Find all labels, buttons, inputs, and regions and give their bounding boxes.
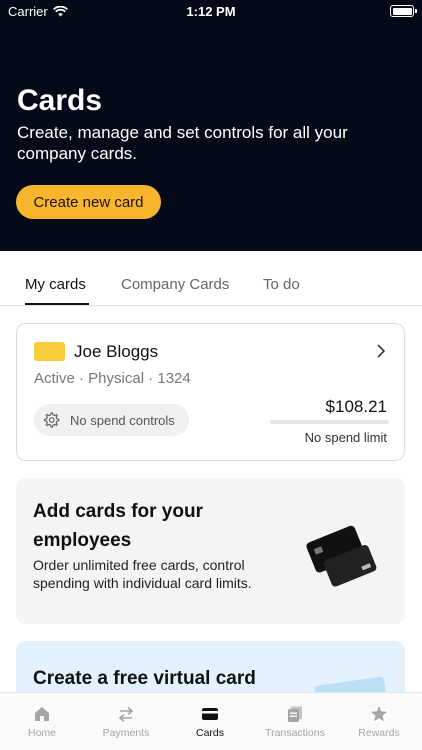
header-hero: Carrier 1:12 PM Cards Create, manage and… xyxy=(0,0,422,251)
spend-limit-label: No spend limit xyxy=(304,430,387,445)
chevron-right-icon xyxy=(377,344,386,358)
star-icon xyxy=(371,706,387,722)
page-subtitle: Create, manage and set controls for all … xyxy=(17,123,348,163)
transfer-arrows-icon xyxy=(118,706,134,723)
card-list-item[interactable]: Joe Bloggs Active · Physical · 1324 No s… xyxy=(16,323,405,461)
tab-bar-label: Payments xyxy=(102,727,150,739)
card-tabs: My cards Company Cards To do xyxy=(0,262,422,306)
tab-bar-label: Cards xyxy=(195,727,224,739)
clock: 1:12 PM xyxy=(186,4,236,19)
card-meta: Active · Physical · 1324 xyxy=(34,370,191,387)
credit-cards-illustration xyxy=(306,525,377,587)
tab-bar-rewards[interactable]: Rewards xyxy=(339,705,419,739)
card-holder-name: Joe Bloggs xyxy=(74,342,159,361)
status-bar: Carrier 1:12 PM xyxy=(0,0,422,24)
receipt-icon xyxy=(288,706,302,722)
tab-bar-label: Rewards xyxy=(358,727,400,739)
tab-company-cards[interactable]: Company Cards xyxy=(121,276,229,293)
bottom-tab-bar: Home Payments Cards Transactions Rewards xyxy=(0,692,422,750)
card-balance: $108.21 xyxy=(325,397,387,416)
spend-controls-label: No spend controls xyxy=(70,412,175,428)
tab-bar-home[interactable]: Home xyxy=(2,705,82,739)
spend-controls-pill[interactable]: No spend controls xyxy=(34,404,189,436)
card-thumbnail xyxy=(34,342,65,361)
page-title: Cards xyxy=(17,84,103,117)
gear-icon xyxy=(44,412,60,428)
promo-text: Order unlimited free cards, control spen… xyxy=(33,557,252,591)
tab-my-cards[interactable]: My cards xyxy=(25,276,86,293)
virtual-card-promo-title: Create a free virtual card xyxy=(33,668,256,689)
tab-to-do[interactable]: To do xyxy=(263,276,300,293)
tab-bar-transactions[interactable]: Transactions xyxy=(255,705,335,739)
card-icon xyxy=(202,708,218,720)
add-employee-cards-promo[interactable]: Add cards for your employees Order unlim… xyxy=(16,478,405,624)
tab-bar-label: Home xyxy=(27,727,56,739)
tab-bar-label: Transactions xyxy=(265,727,325,739)
create-new-card-button[interactable]: Create new card xyxy=(16,185,161,219)
spend-limit-bar xyxy=(270,420,389,424)
promo-title: Add cards for your employees xyxy=(33,501,203,551)
home-icon xyxy=(35,707,49,721)
active-tab-indicator xyxy=(25,303,89,305)
tab-bar-payments[interactable]: Payments xyxy=(86,705,166,739)
tab-bar-cards[interactable]: Cards xyxy=(170,705,250,739)
battery-icon xyxy=(390,5,417,17)
